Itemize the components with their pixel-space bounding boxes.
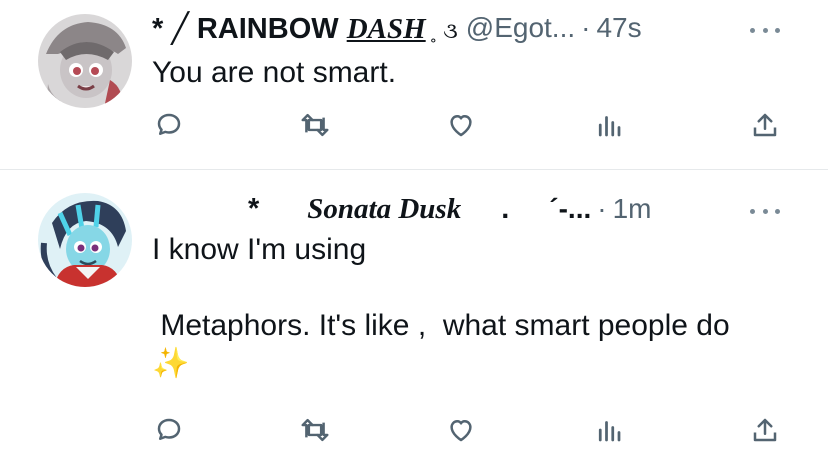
retweet-icon[interactable] [298,108,332,142]
avatar[interactable] [38,14,132,108]
timestamp[interactable]: 1m [613,193,652,225]
tweet-text: I know I'm using Metaphors. It's like , … [152,231,730,383]
share-icon[interactable] [748,108,782,142]
separator-dot: · [581,12,591,43]
like-icon[interactable] [444,413,478,447]
display-name[interactable]: Sonata Dusk [307,193,461,226]
tweet-header: * Sonata Dusk . ´-... · 1m [152,189,652,229]
avatar-image [38,193,132,287]
separator-dot: · [597,193,607,224]
display-name[interactable]: * ╱ RAINBOW DASH ˳ ૩ [152,11,458,46]
display-name-suffix: ˳ ૩ [429,17,458,43]
views-icon[interactable] [592,108,626,142]
tweet-1[interactable]: * ╱ RAINBOW DASH ˳ ૩ @Egot... · 47s You a… [0,0,828,170]
timestamp[interactable]: 47s [596,12,641,44]
tweet-text: You are not smart. [152,56,397,89]
display-name-styled: DASH [346,12,426,45]
tweet-actions [152,108,792,144]
tweet-text-line-3: Metaphors. It's like , what smart people… [152,309,730,342]
sparkles-emoji: ✨ [152,347,190,380]
tweet-2[interactable]: * Sonata Dusk . ´-... · 1m I know I'm us… [0,171,828,454]
more-horizontal-icon[interactable] [750,206,780,216]
retweet-icon[interactable] [298,413,332,447]
tweet-actions [152,413,792,449]
reply-icon[interactable] [152,108,186,142]
tweet-text-line-1: I know I'm using [152,233,367,266]
tweet-header: * ╱ RAINBOW DASH ˳ ૩ @Egot... · 47s [152,8,642,48]
reply-icon[interactable] [152,413,186,447]
tweet-divider [0,169,828,170]
handle[interactable]: @Egot... [466,12,575,44]
like-icon[interactable] [444,108,478,142]
share-icon[interactable] [748,413,782,447]
display-name-dot: . [501,192,510,225]
views-icon[interactable] [592,413,626,447]
more-horizontal-icon[interactable] [750,25,780,35]
avatar[interactable] [38,193,132,287]
handle[interactable]: ´-... [549,193,591,225]
avatar-image [38,14,132,108]
display-name-star: * [248,192,260,225]
